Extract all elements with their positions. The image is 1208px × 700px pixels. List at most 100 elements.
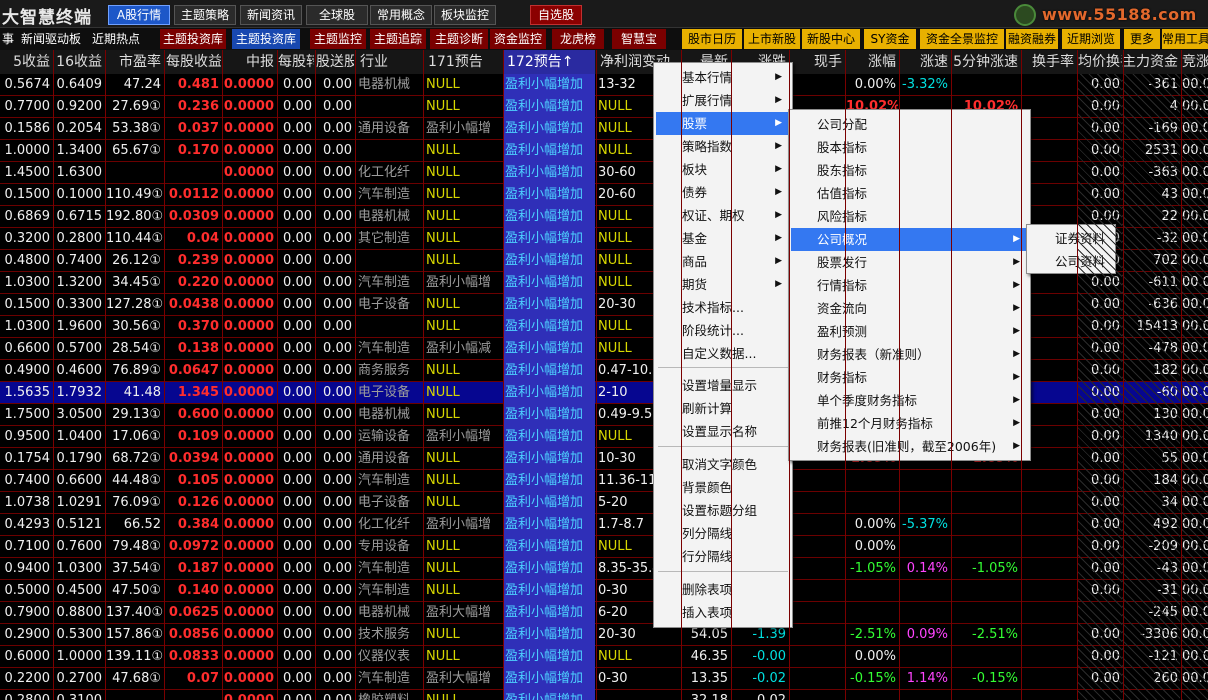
- tab-sector-monitor[interactable]: 板块监控: [434, 5, 496, 25]
- column-header[interactable]: 股送股: [316, 50, 354, 74]
- column-header[interactable]: 中报: [222, 50, 276, 74]
- menu-item[interactable]: 盈利预测 ▶: [791, 320, 1028, 343]
- tb2-item[interactable]: 主题投资库: [160, 29, 226, 49]
- menu-item[interactable]: 基本行情 ▶: [656, 66, 790, 89]
- hatch-fill: [1078, 74, 1122, 700]
- tb2-item[interactable]: 主题诊断: [430, 29, 488, 49]
- tab-news[interactable]: 新闻资讯: [240, 5, 302, 25]
- tb2-item[interactable]: 上市新股: [744, 29, 800, 49]
- column-header[interactable]: 行业: [356, 50, 422, 74]
- column-header[interactable]: 市盈率: [106, 50, 163, 74]
- menu-item[interactable]: 阶段统计...: [656, 319, 790, 342]
- table-row[interactable]: 0.9400 1.0300 37.54① 0.187 0.0000 0.00 0.00 汽车制…: [0, 558, 1208, 580]
- menu-item[interactable]: 权证、期权 ▶: [656, 204, 790, 227]
- table-row[interactable]: 0.5674 0.6409 47.24 0.481 0.0000 0.00 0.00 电器机械…: [0, 74, 1208, 96]
- table-row[interactable]: 0.7100 0.7600 79.48① 0.0972 0.0000 0.00 0.00 专用…: [0, 536, 1208, 558]
- menu-item[interactable]: 设置增量显示: [656, 374, 790, 397]
- tb2-item[interactable]: 龙虎榜: [552, 29, 604, 49]
- table-row[interactable]: 1.0738 1.0291 76.09① 0.126 0.0000 0.00 0.00 电子设…: [0, 492, 1208, 514]
- table-row[interactable]: 0.2900 0.5300 157.86① 0.0856 0.0000 0.00 0.00 技…: [0, 624, 1208, 646]
- column-header[interactable]: 171预告: [424, 50, 502, 74]
- tb2-item[interactable]: 融资融券: [1006, 29, 1058, 49]
- menu-item[interactable]: 基金 ▶: [656, 227, 790, 250]
- cell: [790, 624, 844, 646]
- menu-item[interactable]: 单个季度财务指标 ▶: [791, 389, 1028, 412]
- tab-common-concepts[interactable]: 常用概念: [370, 5, 432, 25]
- tb2-item[interactable]: 智慧宝: [612, 29, 666, 49]
- menu-item[interactable]: 股票 ▶: [656, 112, 790, 135]
- column-header[interactable]: 5收益: [0, 50, 52, 74]
- column-header[interactable]: 竞涨: [1182, 50, 1208, 74]
- menu-item[interactable]: 列分隔线: [656, 522, 790, 545]
- menu-item[interactable]: 资金流向 ▶: [791, 297, 1028, 320]
- menu-item[interactable]: 行情指标 ▶: [791, 274, 1028, 297]
- table-row[interactable]: 0.2200 0.2700 47.68① 0.07 0.0000 0.00 0.00 汽车制造…: [0, 668, 1208, 690]
- tb2-item[interactable]: 新闻驱动板: [18, 29, 84, 49]
- table-row[interactable]: 0.7400 0.6600 44.48① 0.105 0.0000 0.00 0.00 汽车制…: [0, 470, 1208, 492]
- tb2-item-active[interactable]: 主题投资库: [232, 29, 300, 49]
- menu-item[interactable]: 估值指标: [791, 182, 1028, 205]
- menu-item[interactable]: 财务报表(旧准则，截至2006年) ▶: [791, 435, 1028, 458]
- tb2-item[interactable]: 资金全景监控: [920, 29, 1004, 49]
- context-menu: 基本行情 ▶ 扩展行情 ▶ 股票 ▶ 策略指数 ▶ 板块 ▶ 债券 ▶ 权证、期权 ▶ 基金 ▶ 商品 ▶ 期货 ▶ 技…: [653, 62, 793, 628]
- table-row[interactable]: 0.4293 0.5121 66.52 0.384 0.0000 0.00 0.00 化工化纤…: [0, 514, 1208, 536]
- column-header[interactable]: 现手: [790, 50, 844, 74]
- menu-item[interactable]: 删除表项: [656, 578, 790, 601]
- cell: 汽车制造: [358, 561, 411, 576]
- column-header[interactable]: 均价换手: [1078, 50, 1122, 74]
- tab-theme-strategy[interactable]: 主题策略: [174, 5, 236, 25]
- tb2-item[interactable]: 近期热点: [88, 29, 144, 49]
- table-row[interactable]: 0.5000 0.4500 47.50① 0.140 0.0000 0.00 0.00 汽车制…: [0, 580, 1208, 602]
- tb2-item[interactable]: 主题追踪: [370, 29, 426, 49]
- menu-item[interactable]: 板块 ▶: [656, 158, 790, 181]
- menu-item[interactable]: 风险指标: [791, 205, 1028, 228]
- menu-item[interactable]: 财务指标 ▶: [791, 366, 1028, 389]
- tb2-item[interactable]: 资金监控: [490, 29, 546, 49]
- column-header[interactable]: 换手率: [1022, 50, 1076, 74]
- menu-item[interactable]: 刷新计算: [656, 397, 790, 420]
- tb2-item[interactable]: SY资金: [864, 29, 916, 49]
- column-header[interactable]: 16收益: [54, 50, 104, 74]
- tab-watchlist[interactable]: 自选股: [530, 5, 582, 25]
- tb2-item[interactable]: 股市日历: [682, 29, 742, 49]
- tab-global-stocks[interactable]: 全球股: [306, 5, 368, 25]
- menu-item[interactable]: 债券 ▶: [656, 181, 790, 204]
- menu-item[interactable]: 自定义数据...: [656, 342, 790, 365]
- column-header[interactable]: 5分钟涨速: [950, 50, 1020, 74]
- column-header[interactable]: 每股转: [278, 50, 314, 74]
- menu-item[interactable]: 前推12个月财务指标 ▶: [791, 412, 1028, 435]
- tab-a-share-quotes[interactable]: A股行情: [108, 5, 170, 25]
- menu-item[interactable]: 取消文字颜色: [656, 453, 790, 476]
- menu-item[interactable]: 期货 ▶: [656, 273, 790, 296]
- menu-item[interactable]: 公司分配: [791, 113, 1028, 136]
- column-header[interactable]: 每股收益: [166, 50, 221, 74]
- tb2-item[interactable]: 新股中心: [802, 29, 860, 49]
- menu-item[interactable]: 股本指标: [791, 136, 1028, 159]
- tb2-item[interactable]: 常用工具: [1162, 29, 1208, 49]
- menu-item[interactable]: 股东指标: [791, 159, 1028, 182]
- menu-item[interactable]: 公司概况 ▶: [791, 228, 1028, 251]
- column-header[interactable]: 主力资金: [1122, 50, 1180, 74]
- tb2-item[interactable]: 主题监控: [310, 29, 366, 49]
- menu-item[interactable]: 插入表项: [656, 601, 790, 624]
- menu-item[interactable]: 背景颜色: [656, 476, 790, 499]
- menu-item[interactable]: 策略指数 ▶: [656, 135, 790, 158]
- tb2-item[interactable]: 近期浏览: [1062, 29, 1120, 49]
- menu-item[interactable]: 财务报表（新准则） ▶: [791, 343, 1028, 366]
- tb2-item[interactable]: 事: [0, 29, 16, 49]
- table-row[interactable]: 0.28000.31000.00000.000.00橡胶塑料NULL盈利小幅增加…: [0, 690, 1208, 700]
- cell: 0.4500: [56, 583, 103, 598]
- menu-item[interactable]: 设置标题分组: [656, 499, 790, 522]
- menu-item[interactable]: 股票发行 ▶: [791, 251, 1028, 274]
- table-row[interactable]: 0.7900 0.8800 137.40① 0.0625 0.0000 0.00 0.00 电…: [0, 602, 1208, 624]
- menu-item[interactable]: 扩展行情 ▶: [656, 89, 790, 112]
- table-row[interactable]: 0.6000 1.0000 139.11① 0.0833 0.0000 0.00 0.00 仪…: [0, 646, 1208, 668]
- column-header[interactable]: 172预告↑: [503, 50, 595, 74]
- menu-item[interactable]: 商品 ▶: [656, 250, 790, 273]
- column-header[interactable]: 涨幅: [846, 50, 898, 74]
- menu-item[interactable]: 行分隔线: [656, 545, 790, 568]
- tb2-item[interactable]: 更多: [1124, 29, 1160, 49]
- menu-item[interactable]: 技术指标...: [656, 296, 790, 319]
- column-header[interactable]: 涨速: [900, 50, 950, 74]
- menu-item[interactable]: 设置显示名称: [656, 420, 790, 443]
